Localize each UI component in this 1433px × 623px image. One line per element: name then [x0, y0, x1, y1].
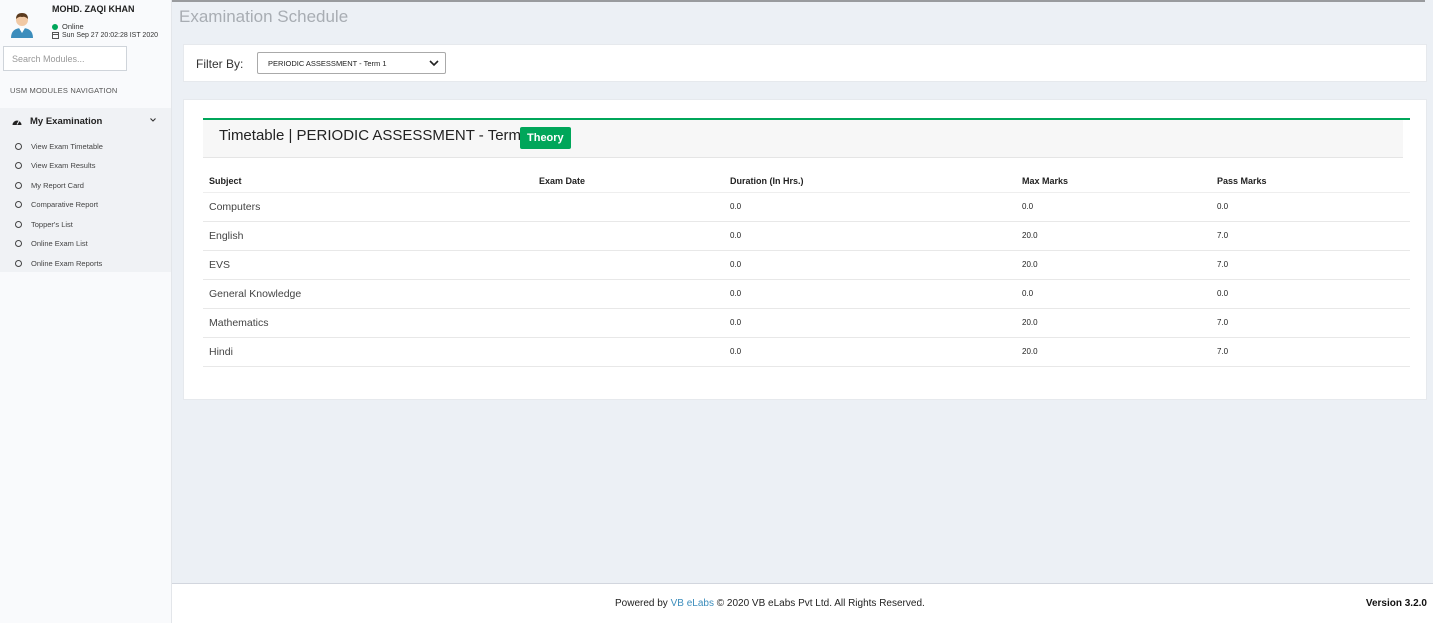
sidebar-item-label: Comparative Report [31, 199, 99, 209]
sidebar-item-online-exam-reports[interactable]: Online Exam Reports [15, 257, 102, 269]
cell-duration: 0.0 [724, 308, 1016, 338]
cell-exam-date [533, 192, 724, 222]
calendar-icon [52, 32, 59, 39]
circle-icon [15, 259, 22, 267]
menu-my-examination: My Examination View Exam Timetable View … [0, 108, 171, 272]
cell-max-marks: 20.0 [1016, 221, 1211, 251]
cell-max-marks: 20.0 [1016, 337, 1211, 367]
user-status-label: Online [62, 22, 84, 31]
exam-filter-select[interactable]: PERIODIC ASSESSMENT - Term 1 [257, 52, 446, 74]
cell-duration: 0.0 [724, 221, 1016, 251]
table-row: Mathematics 0.0 20.0 7.0 [203, 308, 1410, 338]
sidebar-item-label: View Exam Results [31, 160, 96, 170]
table-row: EVS 0.0 20.0 7.0 [203, 250, 1410, 280]
cell-pass-marks: 0.0 [1211, 192, 1410, 222]
cell-duration: 0.0 [724, 279, 1016, 309]
circle-icon [15, 161, 22, 169]
cell-pass-marks: 7.0 [1211, 221, 1410, 251]
circle-icon [15, 181, 22, 189]
cell-exam-date [533, 337, 724, 367]
circle-icon [15, 142, 22, 150]
nav-header: USM MODULES NAVIGATION [10, 86, 118, 95]
footer-credits: Powered by VB eLabs © 2020 VB eLabs Pvt … [615, 598, 925, 609]
sidebar-item-label: My Report Card [31, 180, 84, 190]
cell-subject: Computers [203, 192, 533, 222]
filter-label: Filter By: [196, 57, 244, 71]
menu-section-toggle[interactable]: My Examination [12, 114, 159, 128]
cell-exam-date [533, 279, 724, 309]
sidebar-item-my-report-card[interactable]: My Report Card [15, 179, 84, 191]
sidebar-item-label: Online Exam List [31, 238, 88, 248]
cell-subject: English [203, 221, 533, 251]
cell-pass-marks: 7.0 [1211, 337, 1410, 367]
user-avatar-icon [11, 13, 33, 38]
sidebar-item-label: View Exam Timetable [31, 141, 103, 151]
cell-max-marks: 20.0 [1016, 250, 1211, 280]
table-row: English 0.0 20.0 7.0 [203, 221, 1410, 251]
online-status-icon [52, 23, 58, 30]
dashboard-icon [12, 120, 22, 125]
table-header-row: Subject Exam Date Duration (In Hrs.) Max… [203, 170, 1410, 193]
menu-section-title: My Examination [30, 115, 103, 127]
cell-max-marks: 0.0 [1016, 192, 1211, 222]
cell-duration: 0.0 [724, 192, 1016, 222]
cell-subject: EVS [203, 250, 533, 280]
sidebar-item-toppers-list[interactable]: Topper's List [15, 218, 73, 230]
sidebar-item-view-exam-results[interactable]: View Exam Results [15, 159, 95, 171]
sidebar-item-label: Online Exam Reports [31, 258, 103, 268]
cell-duration: 0.0 [724, 337, 1016, 367]
column-header-duration: Duration (In Hrs.) [724, 170, 1016, 193]
timetable-card: Timetable | PERIODIC ASSESSMENT - Term 1… [203, 118, 1410, 367]
footer-copyright: © 2020 VB eLabs Pvt Ltd. All Rights Rese… [716, 598, 925, 609]
cell-duration: 0.0 [724, 250, 1016, 280]
table-row: Hindi 0.0 20.0 7.0 [203, 337, 1410, 367]
vb-elabs-link[interactable]: VB eLabs [671, 598, 714, 609]
cell-subject: General Knowledge [203, 279, 533, 309]
column-header-max-marks: Max Marks [1016, 170, 1211, 193]
circle-icon [15, 239, 22, 247]
sidebar-item-view-exam-timetable[interactable]: View Exam Timetable [15, 140, 103, 152]
sidebar-item-label: Topper's List [31, 219, 73, 229]
timetable-title: Timetable | PERIODIC ASSESSMENT - Term 1 [219, 127, 534, 144]
cell-pass-marks: 7.0 [1211, 250, 1410, 280]
filter-selected-value: PERIODIC ASSESSMENT - Term 1 [268, 58, 387, 68]
cell-max-marks: 0.0 [1016, 279, 1211, 309]
circle-icon [15, 200, 22, 208]
cell-subject: Hindi [203, 337, 533, 367]
app-version: Version 3.2.0 [1365, 598, 1427, 609]
table-row: Computers 0.0 0.0 0.0 [203, 192, 1410, 222]
table-row: General Knowledge 0.0 0.0 0.0 [203, 279, 1410, 309]
cell-pass-marks: 7.0 [1211, 308, 1410, 338]
column-header-pass-marks: Pass Marks [1211, 170, 1410, 193]
theory-badge: Theory [520, 127, 571, 149]
timetable-table: Subject Exam Date Duration (In Hrs.) Max… [203, 170, 1410, 367]
top-bar-shadow [172, 0, 1425, 2]
datetime-label: Sun Sep 27 20:02:28 IST 2020 [62, 32, 159, 39]
cell-exam-date [533, 250, 724, 280]
footer-powered-by: Powered by [615, 598, 668, 609]
cell-exam-date [533, 308, 724, 338]
user-panel: MOHD. ZAQI KHAN Online Sun Sep 27 20:02:… [0, 0, 172, 44]
cell-max-marks: 20.0 [1016, 308, 1211, 338]
search-modules-input[interactable] [3, 46, 127, 71]
cell-subject: Mathematics [203, 308, 533, 338]
sidebar-item-online-exam-list[interactable]: Online Exam List [15, 237, 88, 249]
user-status: Online [52, 22, 84, 31]
timetable-header: Timetable | PERIODIC ASSESSMENT - Term 1… [203, 120, 1403, 158]
session-datetime: Sun Sep 27 20:02:28 IST 2020 [52, 32, 158, 39]
cell-exam-date [533, 221, 724, 251]
sidebar: MOHD. ZAQI KHAN Online Sun Sep 27 20:02:… [0, 0, 172, 623]
filter-panel: Filter By: PERIODIC ASSESSMENT - Term 1 [183, 44, 1427, 82]
sidebar-item-comparative-report[interactable]: Comparative Report [15, 198, 98, 210]
user-name: MOHD. ZAQI KHAN [52, 4, 135, 14]
chevron-down-icon [150, 118, 156, 122]
chevron-down-icon [429, 60, 439, 67]
footer: Powered by VB eLabs © 2020 VB eLabs Pvt … [172, 583, 1433, 623]
column-header-subject: Subject [203, 170, 533, 193]
circle-icon [15, 220, 22, 228]
timetable-panel: Timetable | PERIODIC ASSESSMENT - Term 1… [183, 99, 1427, 400]
cell-pass-marks: 0.0 [1211, 279, 1410, 309]
column-header-exam-date: Exam Date [533, 170, 724, 193]
page-title: Examination Schedule [179, 7, 349, 26]
